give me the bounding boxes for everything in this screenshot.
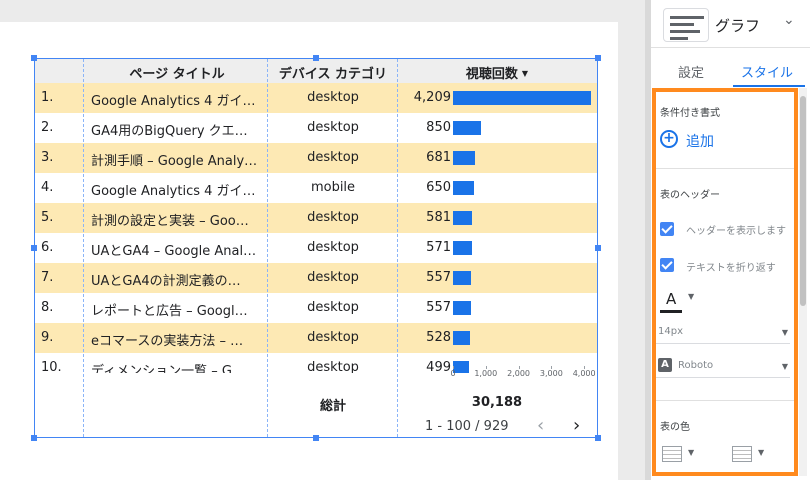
chart-type-selector[interactable]: グラフ ⌄ (651, 0, 810, 48)
axis-tick-label: 4,000 (572, 369, 596, 378)
table-row[interactable]: 5. 計測の設定と実装 – Goo… desktop 581 (35, 203, 597, 233)
page-title-cell: 計測の設定と実装 – Goo… (91, 214, 249, 229)
page-title-cell: レポートと広告 – Googl… (91, 304, 248, 319)
pagination-range: 1 - 100 / 929 (425, 419, 509, 434)
table-bar-chart-icon (663, 8, 709, 42)
views-cell: 571 (426, 240, 451, 255)
panel-scroll-thumb[interactable] (800, 96, 806, 306)
active-tab-indicator (733, 85, 805, 87)
page-title-cell: UAとGA4の計測定義の… (91, 274, 241, 289)
views-cell: 528 (426, 330, 451, 345)
table-chart[interactable]: ページ タイトル デバイス カテゴリ 視聴回数 ▼ 1. Google Analyt… (34, 58, 598, 438)
next-page-icon[interactable]: › (573, 415, 580, 436)
sort-desc-icon[interactable]: ▼ (522, 69, 528, 78)
header-device-category[interactable]: デバイス カテゴリ (269, 63, 397, 82)
views-bar (453, 331, 470, 345)
page-title-cell: ディメンション一覧 – G… (91, 364, 245, 373)
table-row[interactable]: 6. UAとGA4 – Google Anal… desktop 571 (35, 233, 597, 263)
chevron-down-icon[interactable]: ⌄ (783, 12, 795, 28)
resize-handle-tr[interactable] (595, 55, 601, 61)
views-cell: 581 (426, 210, 451, 225)
table-row[interactable]: 3. 計測手順 – Google Analy… desktop 681 (35, 143, 597, 173)
views-bar (453, 301, 471, 315)
views-bar (453, 121, 481, 135)
total-value: 30,188 (471, 395, 523, 410)
views-bar (453, 181, 474, 195)
header-page-title[interactable]: ページ タイトル (85, 63, 269, 82)
resize-handle-bottom[interactable] (313, 435, 319, 441)
page-title-cell: Google Analytics 4 ガイ… (91, 184, 256, 199)
resize-handle-br[interactable] (595, 435, 601, 441)
bar-axis: 0 1,000 2,000 3,000 4,000 (450, 366, 596, 389)
page-title-cell: UAとGA4 – Google Anal… (91, 244, 257, 259)
table-row[interactable]: 2. GA4用のBigQuery クエ… desktop 850 (35, 113, 597, 143)
views-cell: 681 (426, 150, 451, 165)
header-views[interactable]: 視聴回数 ▼ (399, 63, 595, 82)
table-header-row: ページ タイトル デバイス カテゴリ 視聴回数 ▼ (35, 59, 597, 83)
prev-page-icon[interactable]: ‹ (537, 415, 544, 436)
panel-tabs: 設定 スタイル (651, 52, 810, 88)
row-number: 4. (41, 180, 54, 195)
row-number: 8. (41, 300, 54, 315)
views-cell: 850 (426, 120, 451, 135)
tab-style[interactable]: スタイル (741, 62, 793, 81)
views-bar (453, 241, 472, 255)
device-category-cell: desktop (307, 210, 359, 225)
header-views-label: 視聴回数 (465, 67, 518, 82)
page-title-cell: 計測手順 – Google Analy… (91, 154, 258, 169)
device-category-cell: desktop (307, 270, 359, 285)
highlight-annotation-box (652, 88, 798, 476)
device-category-cell: desktop (307, 360, 359, 373)
row-number: 2. (41, 120, 54, 135)
device-category-cell: desktop (307, 150, 359, 165)
axis-tick-label: 1,000 (474, 369, 498, 378)
column-divider[interactable] (397, 59, 398, 437)
views-bar (453, 271, 471, 285)
table-row[interactable]: 4. Google Analytics 4 ガイ… mobile 650 (35, 173, 597, 203)
device-category-cell: desktop (307, 240, 359, 255)
views-cell: 650 (426, 180, 451, 195)
total-label: 総計 (319, 399, 346, 414)
row-number: 9. (41, 330, 54, 345)
resize-handle-left[interactable] (31, 245, 37, 251)
views-cell: 499 (426, 360, 451, 373)
resize-handle-tl[interactable] (31, 55, 37, 61)
table-row[interactable]: 8. レポートと広告 – Googl… desktop 557 (35, 293, 597, 323)
row-number: 10. (41, 360, 62, 373)
axis-tick-label: 0 (450, 369, 456, 378)
column-divider[interactable] (267, 59, 268, 437)
device-category-cell: mobile (310, 180, 356, 195)
resize-handle-right[interactable] (595, 245, 601, 251)
views-bar (453, 151, 475, 165)
views-bar (453, 91, 591, 105)
page-title-cell: eコマースの実装方法 – … (91, 334, 244, 349)
axis-tick-label: 2,000 (507, 369, 531, 378)
tab-setup[interactable]: 設定 (678, 62, 704, 81)
resize-handle-top[interactable] (313, 55, 319, 61)
row-number: 5. (41, 210, 54, 225)
row-number: 3. (41, 150, 54, 165)
row-number: 6. (41, 240, 54, 255)
row-number: 7. (41, 270, 54, 285)
table-row[interactable]: 7. UAとGA4の計測定義の… desktop 557 (35, 263, 597, 293)
views-cell: 557 (426, 300, 451, 315)
device-category-cell: desktop (307, 120, 359, 135)
table-row[interactable]: 1. Google Analytics 4 ガイ… desktop 4,209 (35, 83, 597, 113)
device-category-cell: desktop (307, 330, 359, 345)
page-title-cell: GA4用のBigQuery クエ… (91, 124, 248, 139)
views-bar (453, 211, 472, 225)
device-category-cell: desktop (307, 300, 359, 315)
views-cell: 4,209 (413, 90, 451, 105)
row-number: 1. (41, 90, 54, 105)
axis-tick-label: 3,000 (539, 369, 563, 378)
column-divider[interactable] (83, 59, 84, 437)
views-cell: 557 (426, 270, 451, 285)
resize-handle-bl[interactable] (31, 435, 37, 441)
chart-type-label: グラフ (715, 17, 761, 35)
device-category-cell: desktop (307, 90, 359, 105)
page-title-cell: Google Analytics 4 ガイ… (91, 94, 256, 109)
table-row[interactable]: 9. eコマースの実装方法 – … desktop 528 (35, 323, 597, 353)
